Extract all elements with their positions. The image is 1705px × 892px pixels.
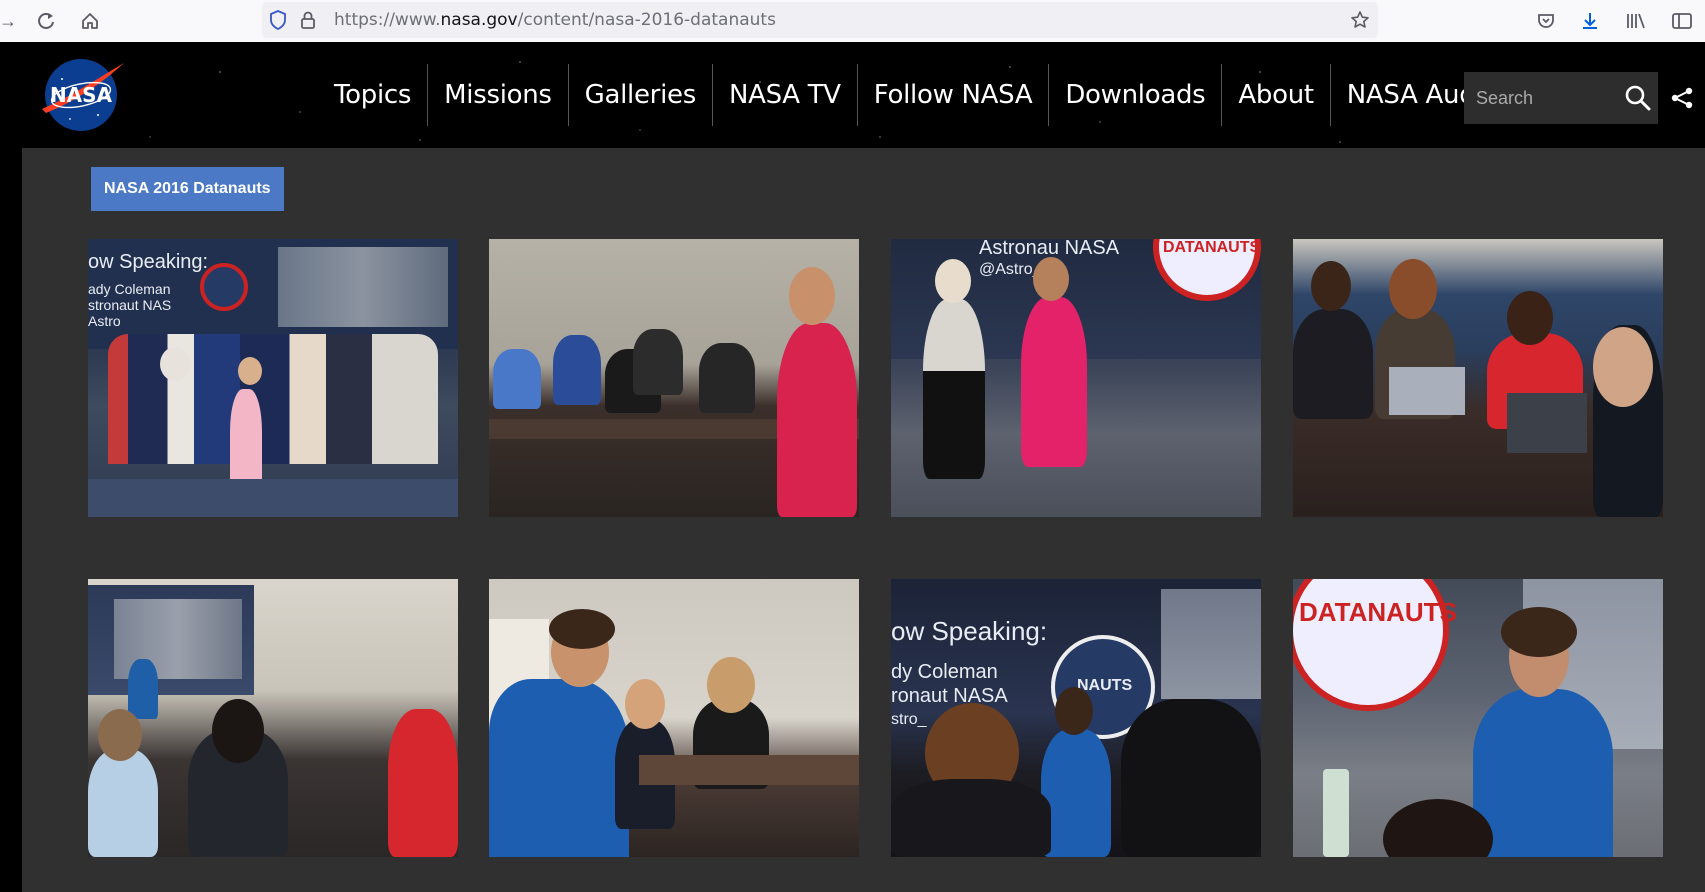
search-input[interactable] <box>1464 72 1614 124</box>
main-nav: Topics Missions Galleries NASA TV Follow… <box>318 42 1573 148</box>
sidebar-icon[interactable] <box>1670 9 1694 33</box>
nasa-logo[interactable]: NASA <box>40 57 126 133</box>
nav-downloads[interactable]: Downloads <box>1048 64 1221 126</box>
share-icon[interactable] <box>1670 86 1694 110</box>
gallery-photo[interactable]: ow Speaking: dy Coleman ronaut NASA stro… <box>891 579 1261 857</box>
nav-topics[interactable]: Topics <box>318 64 427 126</box>
nav-nasa-tv[interactable]: NASA TV <box>711 64 857 126</box>
gallery-content: NASA 2016 Datanauts ow Speaking: ady Col… <box>22 148 1705 892</box>
gallery-photo[interactable] <box>489 579 859 857</box>
nav-missions[interactable]: Missions <box>427 64 568 126</box>
patch-text: DATANAUTS <box>1163 239 1261 256</box>
gallery-photo[interactable] <box>1293 239 1663 517</box>
photo-overlay-text: ow Speaking: <box>891 616 1048 646</box>
reload-icon[interactable] <box>34 9 58 33</box>
gallery-photo[interactable]: Astronau NASA @Astro_Ca DATANAUTS <box>891 239 1261 517</box>
library-icon[interactable] <box>1624 9 1648 33</box>
forward-icon[interactable]: → <box>0 9 20 33</box>
photo-overlay-text: ady Coleman <box>88 281 171 297</box>
photo-overlay-text: ow Speaking: <box>88 251 209 273</box>
gallery-photo[interactable] <box>88 579 458 857</box>
nav-about[interactable]: About <box>1221 64 1329 126</box>
pocket-icon[interactable] <box>1534 9 1558 33</box>
nav-follow-nasa[interactable]: Follow NASA <box>856 64 1049 126</box>
lock-icon[interactable] <box>296 8 320 32</box>
album-title-tag[interactable]: NASA 2016 Datanauts <box>91 167 284 211</box>
search-icon[interactable] <box>1624 84 1652 112</box>
gallery-photo[interactable] <box>489 239 859 517</box>
gallery-photo[interactable]: ow Speaking: ady Coleman stronaut NAS As… <box>88 239 458 517</box>
url-text: https://www.nasa.gov/content/nasa-2016-d… <box>334 10 776 30</box>
home-icon[interactable] <box>78 9 102 33</box>
gallery-photo[interactable]: DATANAUTS <box>1293 579 1663 857</box>
nav-galleries[interactable]: Galleries <box>567 64 712 126</box>
search-box <box>1464 72 1658 124</box>
photo-overlay-text: ronaut NASA <box>891 685 1008 707</box>
browser-toolbar: → https://www.nasa.gov/content/nasa-2016… <box>0 0 1705 43</box>
patch-text: DATANAUTS <box>1299 597 1457 627</box>
photo-overlay-text: Astro <box>88 313 121 329</box>
photo-overlay-text: stro_ <box>891 711 927 728</box>
photo-overlay-text: Astronau NASA <box>979 239 1120 259</box>
svg-text:NASA: NASA <box>50 83 113 107</box>
address-bar[interactable]: https://www.nasa.gov/content/nasa-2016-d… <box>262 2 1378 38</box>
site-header: NASA Topics Missions Galleries NASA TV F… <box>0 42 1705 148</box>
photo-overlay-text: dy Coleman <box>891 661 998 683</box>
photo-overlay-text: stronaut NAS <box>88 297 172 313</box>
tracking-shield-icon[interactable] <box>266 8 290 32</box>
downloads-icon[interactable] <box>1578 9 1602 33</box>
bookmark-star-icon[interactable] <box>1348 8 1372 32</box>
